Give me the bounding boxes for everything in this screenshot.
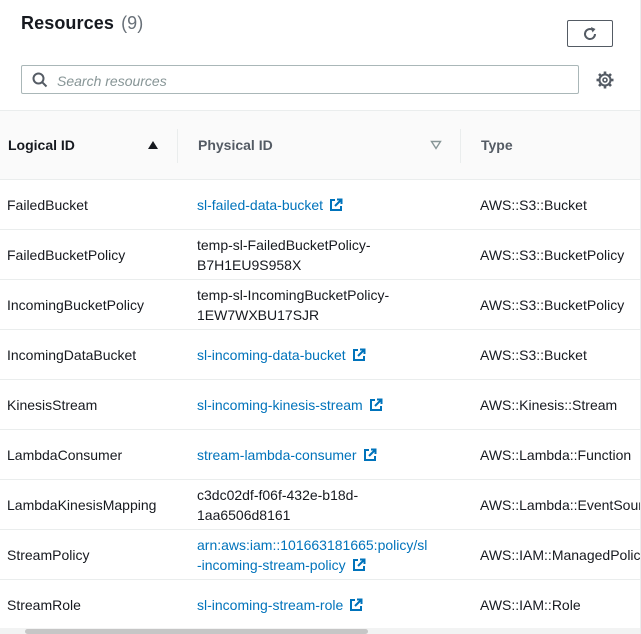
refresh-icon	[584, 26, 597, 40]
table-row: IncomingBucketPolicy temp-sl-IncomingBuck…	[0, 280, 640, 330]
physical-id-cell[interactable]: sl-failed-data-bucket	[197, 180, 442, 229]
page-title: Resources (9)	[21, 13, 143, 34]
physical-id-content: stream-lambda-consumer	[197, 445, 377, 465]
logical-id-cell: FailedBucketPolicy	[7, 246, 126, 263]
external-link-icon[interactable]	[352, 558, 366, 572]
logical-id-cell: IncomingBucketPolicy	[7, 296, 144, 313]
physical-id-content: arn:aws:iam::101663181665:policy/sl-inco…	[197, 535, 427, 575]
physical-id-link[interactable]: sl-incoming-data-bucket	[197, 347, 346, 363]
column-header-type[interactable]: Type	[481, 111, 640, 179]
type-cell: AWS::Kinesis::Stream	[480, 396, 618, 413]
type-cell: AWS::S3::Bucket	[480, 346, 587, 363]
refresh-button[interactable]	[567, 20, 613, 47]
column-divider[interactable]	[177, 129, 178, 163]
physical-id-link[interactable]: stream-lambda-consumer	[197, 447, 357, 463]
column-header-physical-id[interactable]: Physical ID	[198, 111, 460, 179]
type-cell: AWS::Lambda::EventSourceMapping	[480, 496, 640, 513]
table-row: IncomingDataBucket sl-incoming-data-bucke…	[0, 330, 640, 380]
resource-count: (9)	[121, 13, 144, 33]
logical-id-cell: LambdaConsumer	[7, 446, 123, 463]
logical-id-cell: StreamRole	[7, 596, 81, 613]
column-header-logical-id[interactable]: Logical ID	[8, 111, 178, 179]
table-header: Logical ID Physical ID Type	[0, 110, 640, 180]
column-divider[interactable]	[460, 129, 461, 163]
physical-id-text: 1aa6506d8161	[197, 506, 291, 523]
external-link-icon[interactable]	[329, 198, 343, 212]
title-text: Resources	[21, 13, 114, 33]
physical-id-text: 1EW7WXBU17SJR	[197, 306, 320, 323]
table-row: FailedBucket sl-failed-data-bucket AWS::S3…	[0, 180, 640, 230]
physical-id-text: B7H1EU9S958X	[197, 256, 302, 273]
external-link-icon[interactable]	[352, 348, 366, 362]
physical-id-cell: temp-sl-FailedBucketPolicy- B7H1EU9S958X	[197, 230, 442, 279]
type-cell: AWS::S3::BucketPolicy	[480, 296, 625, 313]
resources-panel: Resources (9) Search resources Logical I…	[0, 0, 641, 634]
panel-header: Resources (9)	[0, 0, 640, 110]
physical-id-text: c3dc02df-f06f-432e-b18d-	[197, 486, 359, 503]
scrollbar-thumb[interactable]	[25, 629, 368, 634]
external-link-icon[interactable]	[369, 398, 383, 412]
type-cell: AWS::Lambda::Function	[480, 446, 632, 463]
resources-table-body: FailedBucket sl-failed-data-bucket AWS::S3…	[0, 180, 641, 630]
physical-id-cell[interactable]: stream-lambda-consumer	[197, 430, 442, 479]
physical-id-link[interactable]: sl-failed-data-bucket	[197, 197, 323, 213]
column-label: Logical ID	[8, 137, 75, 153]
sort-ascending-icon[interactable]	[147, 140, 159, 150]
sort-unsorted-icon[interactable]	[430, 140, 442, 150]
search-icon	[32, 72, 48, 88]
physical-id-content: sl-incoming-stream-role	[197, 595, 363, 615]
physical-id-link[interactable]: -incoming-stream-policy	[197, 557, 346, 573]
physical-id-cell[interactable]: sl-incoming-data-bucket	[197, 330, 442, 379]
physical-id-cell: temp-sl-IncomingBucketPolicy- 1EW7WXBU17S…	[197, 280, 442, 329]
type-cell: AWS::IAM::ManagedPolicy	[480, 546, 641, 563]
physical-id-link[interactable]: sl-incoming-stream-role	[197, 597, 343, 613]
physical-id-content: c3dc02df-f06f-432e-b18d- 1aa6506d8161	[197, 485, 358, 525]
external-link-icon[interactable]	[349, 598, 363, 612]
table-row: KinesisStream sl-incoming-kinesis-stream A…	[0, 380, 640, 430]
column-label: Type	[481, 137, 513, 153]
physical-id-cell[interactable]: sl-incoming-kinesis-stream	[197, 380, 442, 429]
logical-id-cell: IncomingDataBucket	[7, 346, 137, 363]
physical-id-content: temp-sl-IncomingBucketPolicy- 1EW7WXBU17S…	[197, 285, 389, 325]
type-cell: AWS::S3::BucketPolicy	[480, 246, 625, 263]
type-cell: AWS::S3::Bucket	[480, 196, 587, 213]
physical-id-text: temp-sl-IncomingBucketPolicy-	[197, 286, 390, 303]
table-row: LambdaKinesisMapping c3dc02df-f06f-432e-b…	[0, 480, 640, 530]
gear-icon[interactable]	[596, 71, 614, 89]
logical-id-cell: LambdaKinesisMapping	[7, 496, 157, 513]
physical-id-text: temp-sl-FailedBucketPolicy-	[197, 236, 371, 253]
table-row: LambdaConsumer stream-lambda-consumer AWS:…	[0, 430, 640, 480]
table-row: FailedBucketPolicy temp-sl-FailedBucketPo…	[0, 230, 640, 280]
external-link-icon[interactable]	[363, 448, 377, 462]
physical-id-link[interactable]: arn:aws:iam::101663181665:policy/sl	[197, 537, 427, 553]
physical-id-content: sl-incoming-kinesis-stream	[197, 395, 383, 415]
table-row: StreamPolicy arn:aws:iam::101663181665:po…	[0, 530, 641, 580]
logical-id-cell: KinesisStream	[7, 396, 98, 413]
table-row: StreamRole sl-incoming-stream-role AWS::IA…	[0, 580, 640, 630]
physical-id-content: temp-sl-FailedBucketPolicy- B7H1EU9S958X	[197, 235, 371, 275]
type-cell: AWS::IAM::Role	[480, 596, 581, 613]
physical-id-link[interactable]: sl-incoming-kinesis-stream	[197, 397, 363, 413]
search-box[interactable]	[21, 65, 579, 94]
physical-id-cell[interactable]: sl-incoming-stream-role	[197, 580, 442, 629]
physical-id-content: sl-failed-data-bucket	[197, 195, 343, 215]
column-label: Physical ID	[198, 137, 273, 153]
search-input[interactable]	[55, 69, 569, 92]
logical-id-cell: FailedBucket	[7, 196, 88, 213]
physical-id-cell[interactable]: arn:aws:iam::101663181665:policy/sl-inco…	[197, 530, 442, 579]
physical-id-cell: c3dc02df-f06f-432e-b18d- 1aa6506d8161	[197, 480, 442, 529]
logical-id-cell: StreamPolicy	[7, 546, 90, 563]
physical-id-content: sl-incoming-data-bucket	[197, 345, 366, 365]
